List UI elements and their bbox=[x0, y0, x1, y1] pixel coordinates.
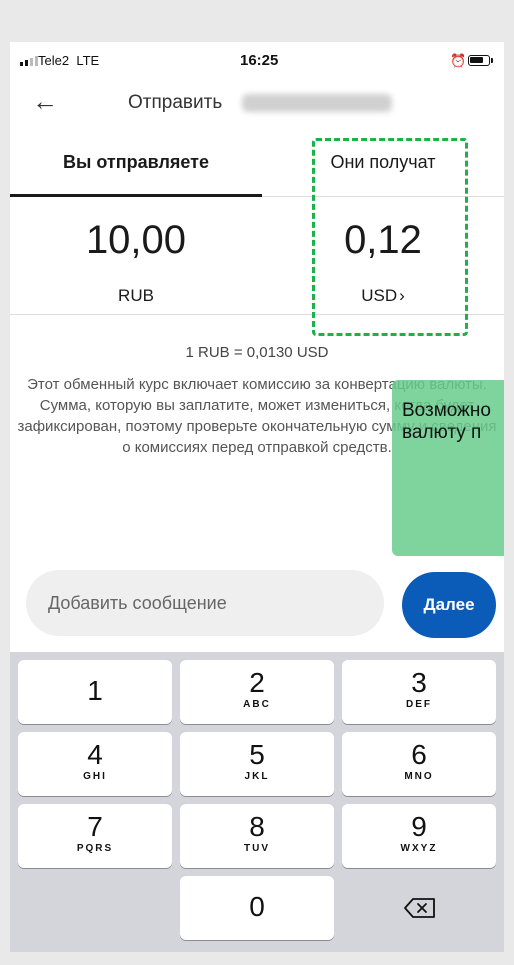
key-7[interactable]: 7 PQRS bbox=[18, 804, 172, 868]
page-title: Отправить bbox=[128, 92, 223, 113]
send-currency: RUB bbox=[118, 286, 154, 305]
key-digit: 9 bbox=[411, 811, 427, 842]
key-digit: 8 bbox=[249, 811, 265, 842]
signal-icon bbox=[20, 56, 38, 66]
send-amount[interactable]: 10,00 bbox=[10, 218, 262, 263]
key-letters: PQRS bbox=[76, 843, 114, 854]
key-0[interactable]: 0 bbox=[180, 876, 334, 940]
tab-active-indicator bbox=[10, 194, 262, 197]
key-digit: 1 bbox=[87, 675, 103, 706]
recipient-name-blurred bbox=[242, 94, 392, 112]
key-letters: MNO bbox=[404, 771, 434, 782]
key-4[interactable]: 4 GHI bbox=[18, 732, 172, 796]
key-letters: TUV bbox=[244, 843, 270, 854]
key-digit: 7 bbox=[87, 811, 103, 842]
key-letters: GHI bbox=[83, 771, 107, 782]
next-button[interactable]: Далее bbox=[402, 572, 496, 638]
carrier-label: Tele2 LTE bbox=[38, 53, 100, 68]
key-3[interactable]: 3 DEF bbox=[342, 660, 496, 724]
arrow-left-icon[interactable]: ← bbox=[32, 86, 58, 116]
alarm-icon: ⏰ bbox=[450, 53, 467, 68]
key-letters: ABC bbox=[243, 699, 271, 710]
exchange-rate: 1 RUB = 0,0130 USD bbox=[185, 344, 329, 361]
key-9[interactable]: 9 WXYZ bbox=[342, 804, 496, 868]
message-input[interactable]: Добавить сообщение bbox=[26, 570, 384, 636]
backspace-icon bbox=[404, 898, 435, 918]
key-letters: JKL bbox=[244, 771, 270, 782]
battery-icon bbox=[468, 55, 490, 66]
annotation-note: Возможно валюту п bbox=[392, 380, 504, 556]
status-time: 16:25 bbox=[240, 52, 279, 69]
key-1[interactable]: 1 bbox=[18, 660, 172, 724]
key-digit: 3 bbox=[411, 667, 427, 698]
key-letters: WXYZ bbox=[400, 843, 438, 854]
numeric-keypad: 1 2 ABC 3 DEF 4 GHI 5 JKL 6 MNO 7 PQRS 8 TUV 9W… bbox=[10, 652, 504, 952]
key-digit: 5 bbox=[249, 739, 265, 770]
phone-screen: Tele2 LTE 16:25 ⏰ ← Отправить Вы отправл… bbox=[10, 42, 504, 952]
annotation-note-text: Возможно валюту п bbox=[402, 400, 491, 443]
key-digit: 4 bbox=[87, 739, 103, 770]
key-letters: DEF bbox=[406, 699, 432, 710]
tab-send[interactable]: Вы отправляете bbox=[10, 152, 262, 173]
highlight-box bbox=[312, 138, 468, 336]
key-5[interactable]: 5 JKL bbox=[180, 732, 334, 796]
key-8[interactable]: 8 TUV bbox=[180, 804, 334, 868]
key-6[interactable]: 6 MNO bbox=[342, 732, 496, 796]
key-digit: 2 bbox=[249, 667, 265, 698]
delete-key[interactable] bbox=[342, 876, 496, 940]
status-bar: Tele2 LTE 16:25 ⏰ bbox=[10, 42, 504, 80]
key-digit: 0 bbox=[249, 891, 265, 922]
battery-tip bbox=[491, 58, 493, 63]
key-2[interactable]: 2 ABC bbox=[180, 660, 334, 724]
key-digit: 6 bbox=[411, 739, 427, 770]
